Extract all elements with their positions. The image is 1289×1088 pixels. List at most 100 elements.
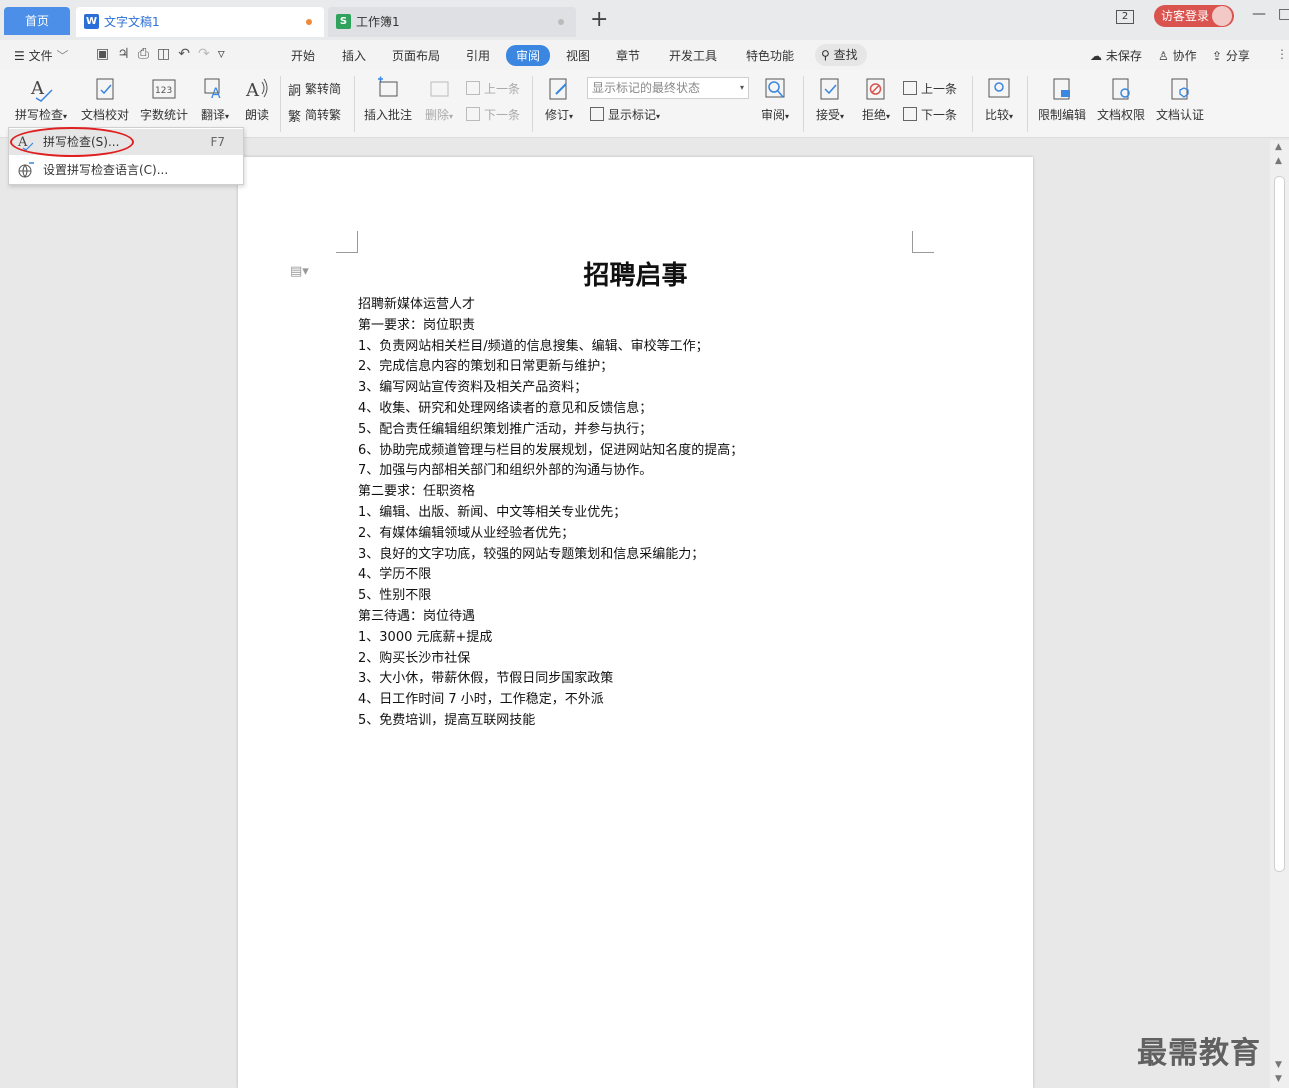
- tab-page-layout[interactable]: 页面布局: [392, 47, 440, 64]
- prev-comment-button[interactable]: 上一条: [466, 80, 520, 97]
- share-button[interactable]: ⇪ 分享: [1212, 47, 1250, 64]
- document-line[interactable]: 3、良好的文字功底，较强的网站专题策划和信息采编能力；: [358, 545, 918, 566]
- paragraph-layout-icon[interactable]: ▤▾: [290, 264, 309, 279]
- document-title[interactable]: 招聘启事: [358, 255, 913, 292]
- file-menu[interactable]: ☰ 文件 ﹀: [14, 47, 68, 64]
- tab-view[interactable]: 视图: [566, 47, 590, 64]
- svg-text:123: 123: [155, 86, 172, 96]
- tab-references[interactable]: 引用: [466, 47, 490, 64]
- save-icon[interactable]: ▣: [96, 46, 117, 62]
- dropdown-arrow-icon: ▾: [656, 112, 661, 121]
- login-button[interactable]: 访客登录: [1154, 5, 1234, 27]
- next-comment-button[interactable]: 下一条: [466, 106, 520, 123]
- review-pane-button[interactable]: 审阅▾: [756, 76, 794, 123]
- svg-text:A: A: [211, 86, 221, 102]
- svg-text:A: A: [245, 80, 260, 101]
- dropdown-arrow-icon: ▾: [785, 112, 790, 121]
- prev-change-button[interactable]: 上一条: [903, 80, 957, 97]
- scrollbar-thumb[interactable]: [1274, 176, 1285, 872]
- document-line[interactable]: 6、协助完成频道管理与栏目的发展规划，促进网站知名度的提高；: [358, 441, 918, 462]
- format-painter-icon[interactable]: ♃: [117, 46, 138, 62]
- dropdown-arrow-icon: ▾: [569, 112, 574, 121]
- tab-review[interactable]: 审阅: [506, 45, 551, 66]
- undo-icon[interactable]: ↶: [178, 46, 198, 62]
- document-page[interactable]: ▤▾ 招聘启事 招聘新媒体运营人才 第一要求：岗位职责 1、负责网站相关栏目/频道的…: [238, 157, 1033, 1088]
- word-count-button[interactable]: 123 字数统计: [139, 76, 189, 123]
- tab-document-label: 文字文稿1: [104, 15, 160, 29]
- reject-button[interactable]: 拒绝▾: [857, 76, 895, 123]
- scroll-page-down-icon[interactable]: ▼: [1275, 1060, 1282, 1070]
- vertical-scrollbar[interactable]: ▲ ▲ ▼ ▼: [1270, 140, 1289, 1088]
- document-line[interactable]: 1、编辑、出版、新闻、中文等相关专业优先；: [358, 503, 918, 524]
- reject-icon: [866, 78, 885, 100]
- restrict-edit-label: 限制编辑: [1037, 108, 1086, 122]
- spell-check-button[interactable]: A 拼写检查▾: [10, 76, 72, 123]
- restrict-edit-button[interactable]: 限制编辑: [1036, 76, 1088, 123]
- document-line[interactable]: 第二要求：任职资格: [358, 482, 918, 503]
- tab-insert[interactable]: 插入: [342, 47, 366, 64]
- doc-proof-button[interactable]: 文档校对: [80, 76, 130, 123]
- simp-to-trad-button[interactable]: 繁简转繁: [288, 106, 341, 125]
- document-line[interactable]: 1、负责网站相关栏目/频道的信息搜集、编辑、审校等工作；: [358, 337, 918, 358]
- document-line[interactable]: 3、编写网站宣传资料及相关产品资料；: [358, 378, 918, 399]
- document-line[interactable]: 招聘新媒体运营人才: [358, 295, 918, 316]
- document-line[interactable]: 5、免费培训，提高互联网技能: [358, 711, 918, 732]
- collaborate-label: 协作: [1172, 49, 1197, 63]
- document-line[interactable]: 3、大小休，带薪休假，节假日同步国家政策: [358, 669, 918, 690]
- tab-chapter[interactable]: 章节: [616, 47, 640, 64]
- search-button[interactable]: ⚲ 查找: [815, 44, 867, 66]
- document-line[interactable]: 2、有媒体编辑领域从业经验者优先；: [358, 524, 918, 545]
- translate-icon: A: [204, 78, 221, 102]
- print-preview-icon[interactable]: ◫: [157, 46, 178, 62]
- translate-button[interactable]: A 翻译▾: [197, 76, 233, 123]
- revise-button[interactable]: 修订▾: [540, 76, 578, 123]
- scroll-page-up-icon[interactable]: ▲: [1275, 156, 1282, 166]
- show-markup-button[interactable]: 显示标记▾: [590, 106, 660, 123]
- scroll-down-icon[interactable]: ▼: [1275, 1074, 1282, 1084]
- markup-state-select[interactable]: 显示标记的最终状态 ▾: [587, 77, 749, 99]
- customize-icon[interactable]: ▿: [218, 46, 233, 62]
- tab-document[interactable]: W 文字文稿1: [76, 7, 324, 37]
- print-icon[interactable]: ⎙: [138, 46, 157, 62]
- spell-check-language-menu-item[interactable]: 设置拼写检查语言(C)...: [9, 157, 243, 183]
- read-aloud-icon: A: [245, 78, 268, 101]
- document-line[interactable]: 7、加强与内部相关部门和组织外部的沟通与协作。: [358, 461, 918, 482]
- collaborate-button[interactable]: ♙ 协作: [1158, 47, 1197, 64]
- document-line[interactable]: 第一要求：岗位职责: [358, 316, 918, 337]
- document-line[interactable]: 2、完成信息内容的策划和日常更新与维护；: [358, 357, 918, 378]
- tab-start[interactable]: 开始: [291, 47, 315, 64]
- delete-comment-button[interactable]: 删除▾: [421, 76, 457, 123]
- document-line[interactable]: 5、配合责任编辑组织策划推广活动，并参与执行；: [358, 420, 918, 441]
- document-line[interactable]: 第三待遇：岗位待遇: [358, 607, 918, 628]
- compare-button[interactable]: 比较▾: [980, 76, 1018, 123]
- next-change-button[interactable]: 下一条: [903, 106, 957, 123]
- redo-icon[interactable]: ↷: [198, 46, 218, 62]
- tab-special-features[interactable]: 特色功能: [746, 47, 794, 64]
- new-tab-button[interactable]: +: [590, 8, 608, 32]
- document-line[interactable]: 1、3000 元底薪+提成: [358, 628, 918, 649]
- document-line[interactable]: 4、日工作时间 7 小时，工作稳定，不外派: [358, 690, 918, 711]
- globe-icon: [18, 162, 34, 178]
- tab-home[interactable]: 首页: [4, 7, 70, 35]
- document-line[interactable]: 5、性别不限: [358, 586, 918, 607]
- restore-button[interactable]: □: [1278, 6, 1289, 22]
- accept-button[interactable]: 接受▾: [811, 76, 849, 123]
- unsaved-status[interactable]: ☁ 未保存: [1090, 47, 1142, 64]
- read-aloud-button[interactable]: A 朗读: [242, 76, 272, 123]
- doc-cert-button[interactable]: 文档认证: [1154, 76, 1206, 123]
- trad-char-icon: 詗: [288, 84, 302, 99]
- document-line[interactable]: 2、购买长沙市社保: [358, 649, 918, 670]
- minimize-button[interactable]: —: [1252, 6, 1266, 22]
- scroll-up-icon[interactable]: ▲: [1275, 142, 1282, 152]
- delete-comment-icon: [430, 81, 449, 97]
- tab-developer[interactable]: 开发工具: [669, 47, 717, 64]
- more-options-icon[interactable]: ⋮: [1276, 47, 1288, 61]
- document-body[interactable]: 招聘新媒体运营人才 第一要求：岗位职责 1、负责网站相关栏目/频道的信息搜集、编辑、…: [358, 295, 918, 732]
- tab-spreadsheet[interactable]: S 工作簿1: [328, 7, 576, 37]
- document-line[interactable]: 4、收集、研究和处理网络读者的意见和反馈信息；: [358, 399, 918, 420]
- insert-comment-button[interactable]: 插入批注: [362, 76, 414, 123]
- trad-to-simp-button[interactable]: 詗繁转简: [288, 80, 341, 99]
- doc-rights-button[interactable]: 文档权限: [1095, 76, 1147, 123]
- window-count-badge[interactable]: 2: [1116, 10, 1134, 24]
- document-line[interactable]: 4、学历不限: [358, 565, 918, 586]
